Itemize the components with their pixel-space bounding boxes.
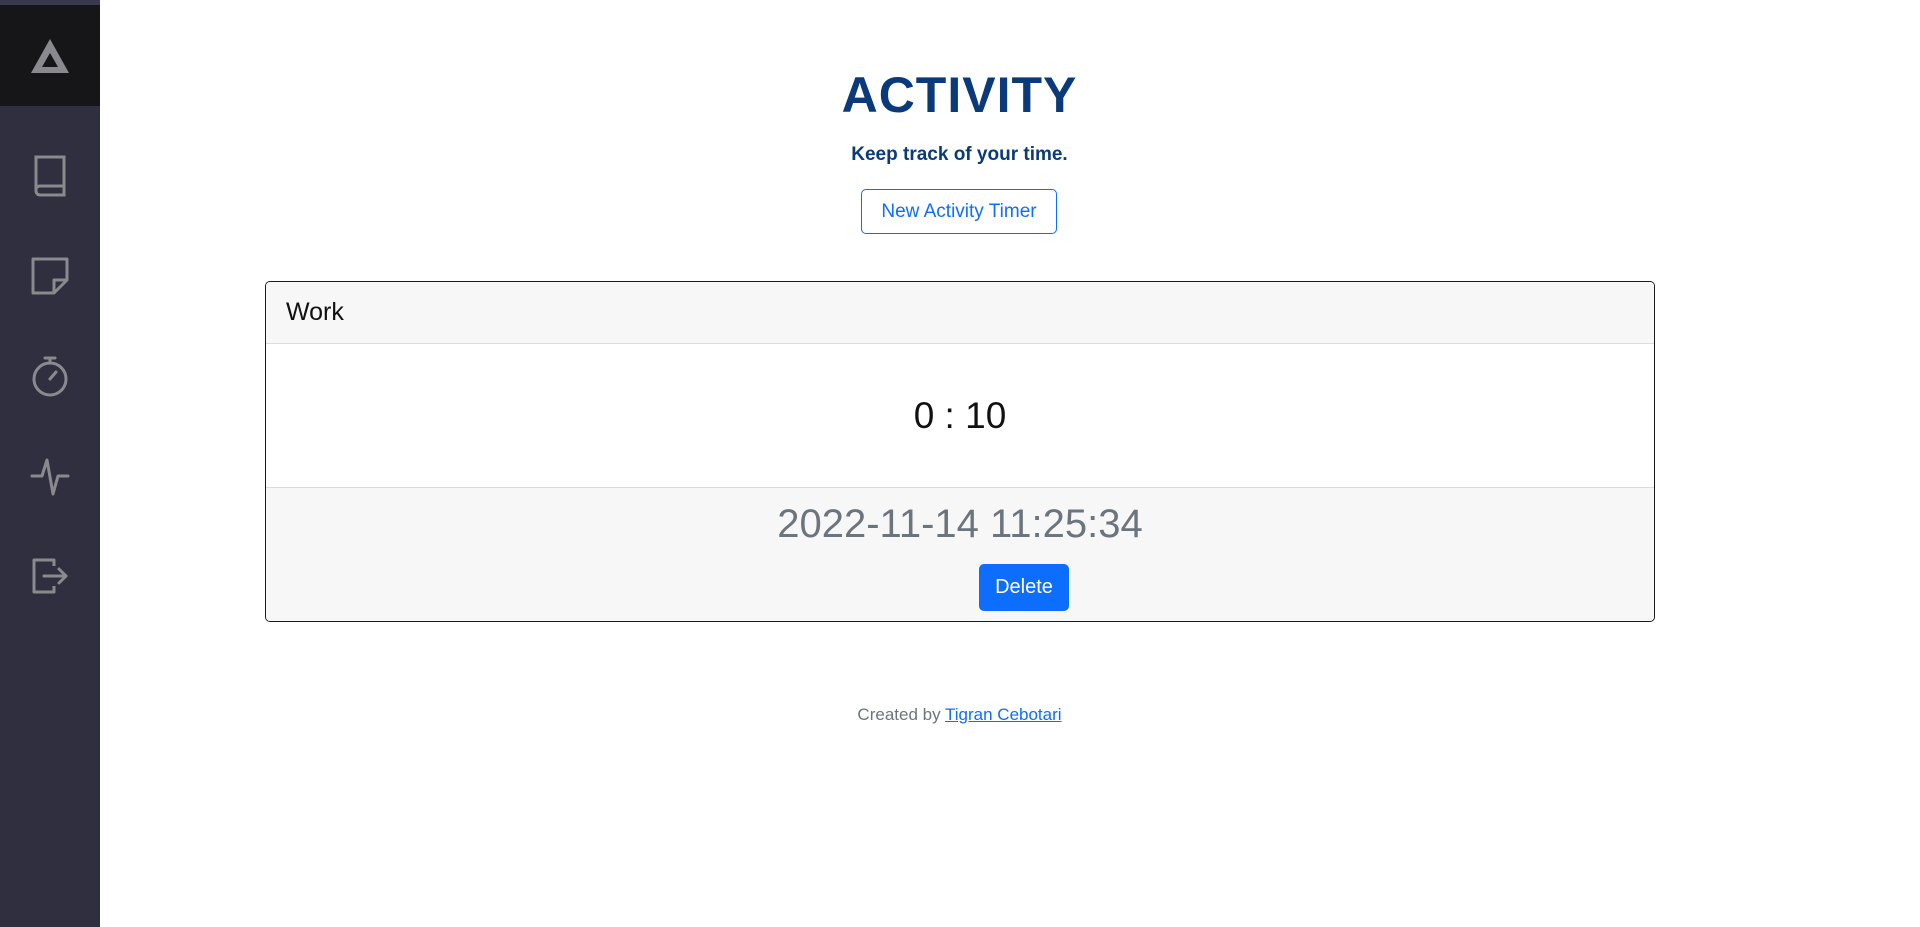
- activity-card-footer: 2022-11-14 11:25:34 Delete: [266, 487, 1654, 621]
- sidebar-item-timer[interactable]: [0, 326, 100, 426]
- sign-out-icon: [32, 558, 68, 594]
- author-link[interactable]: Tigran Cebotari: [945, 705, 1062, 724]
- sidebar-item-book[interactable]: [0, 126, 100, 226]
- activity-card: Work 0 : 10 2022-11-14 11:25:34 Delete: [265, 281, 1655, 622]
- activity-name: Work: [266, 282, 1654, 344]
- page-title: ACTIVITY: [841, 67, 1078, 123]
- start-timestamp: 2022-11-14 11:25:34: [777, 502, 1143, 546]
- page-footer: Created by Tigran Cebotari: [100, 705, 1819, 725]
- stopwatch-icon: [32, 356, 68, 397]
- sidebar-item-activity[interactable]: [0, 426, 100, 526]
- elapsed-time: 0 : 10: [913, 394, 1007, 436]
- book-icon: [34, 155, 66, 197]
- footer-credit-prefix: Created by: [857, 705, 941, 724]
- page-subtitle: Keep track of your time.: [851, 144, 1068, 165]
- delete-button[interactable]: Delete: [979, 564, 1069, 611]
- sidebar-item-logout[interactable]: [0, 526, 100, 626]
- new-activity-timer-button[interactable]: New Activity Timer: [861, 189, 1057, 234]
- main-content: ACTIVITY Keep track of your time. New Ac…: [100, 0, 1920, 927]
- sticky-note-icon: [31, 257, 69, 295]
- sidebar-logo[interactable]: [0, 5, 100, 106]
- sidebar-item-notes[interactable]: [0, 226, 100, 326]
- triangle-logo-icon: [31, 38, 69, 73]
- sidebar: [0, 0, 100, 927]
- activity-pulse-icon: [30, 458, 70, 496]
